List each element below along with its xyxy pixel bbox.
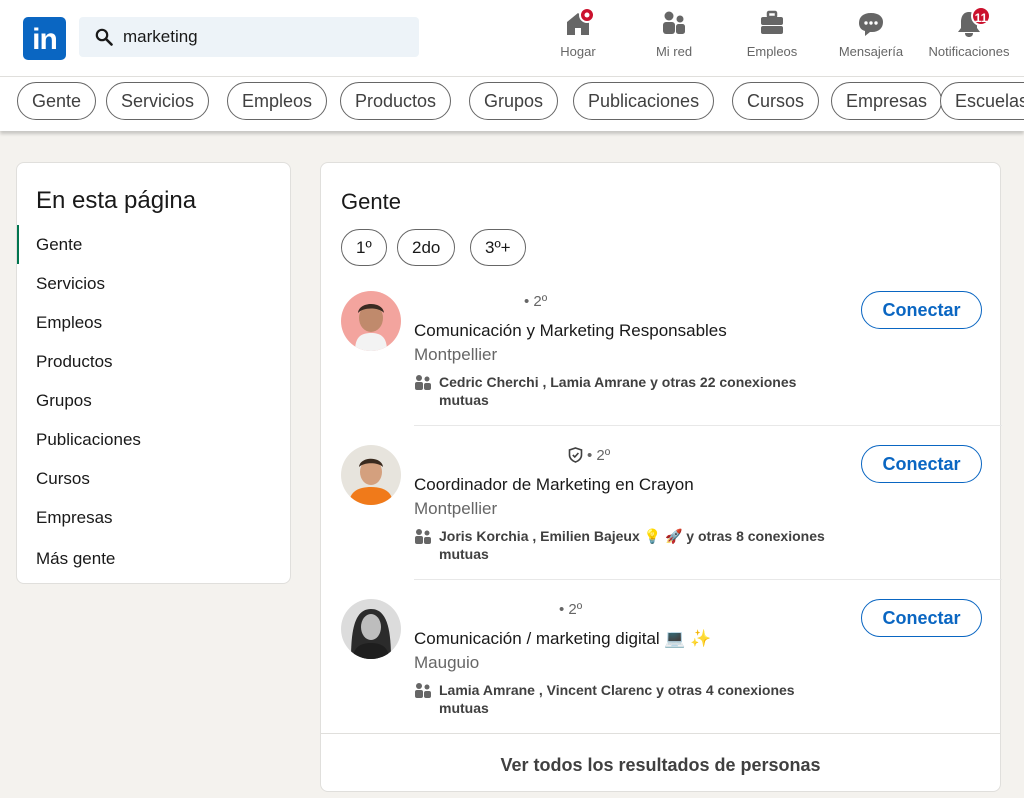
mutual-connections-text: Lamia Amrane , Vincent Clarenc y otras 4… xyxy=(439,682,795,698)
filter-chip-empresas[interactable]: Empresas xyxy=(831,82,943,120)
avatar[interactable] xyxy=(341,445,401,505)
sidebar-item-publicaciones[interactable]: Publicaciones xyxy=(17,420,292,459)
connect-button[interactable]: Conectar xyxy=(861,445,982,483)
nav-home-label: Hogar xyxy=(560,44,596,59)
nav-messaging-label: Mensajería xyxy=(838,44,904,59)
filter-chip-servicios[interactable]: Servicios xyxy=(106,82,210,120)
mutual-connections-icon xyxy=(415,529,431,544)
notifications-badge: 11 xyxy=(971,6,991,26)
home-icon xyxy=(567,8,593,35)
sidebar-item-empresas[interactable]: Empresas xyxy=(17,498,292,537)
connection-degree: • 2º xyxy=(587,447,611,464)
person-location: Montpellier xyxy=(414,345,498,364)
filter-chip-publicaciones[interactable]: Publicaciones xyxy=(573,82,715,120)
linkedin-logo[interactable]: in xyxy=(23,17,66,60)
nav-jobs-label: Empleos xyxy=(746,44,798,59)
person-headline: Coordinador de Marketing en Crayon xyxy=(414,475,694,494)
nav-network-label: Mi red xyxy=(655,44,693,59)
person-result: • 2º Comunicación y Marketing Responsabl… xyxy=(321,291,1002,445)
filter-chip-empleos[interactable]: Empleos xyxy=(227,82,328,120)
search-bar[interactable] xyxy=(79,17,419,57)
nav-messaging[interactable]: Mensajería xyxy=(832,8,910,68)
nav-jobs[interactable]: Empleos xyxy=(741,8,803,68)
sidebar-item-productos[interactable]: Productos xyxy=(17,342,292,381)
nav-notifications-label: Notificaciones xyxy=(928,44,1010,59)
mutual-connections-icon xyxy=(415,683,431,698)
nav-home[interactable]: Hogar xyxy=(556,8,600,68)
mutual-connections-icon xyxy=(415,375,431,390)
connection-degree: • 2º xyxy=(559,601,583,618)
degree-filter-1st[interactable]: 1º xyxy=(341,229,387,266)
result-divider xyxy=(414,425,1002,426)
briefcase-icon xyxy=(761,10,783,34)
connect-button[interactable]: Conectar xyxy=(861,291,982,329)
search-filter-bar: Gente Servicios Empleos Productos Grupos… xyxy=(0,76,1024,131)
degree-filter-2nd[interactable]: 2do xyxy=(397,229,456,266)
mutual-connections-suffix: mutuas xyxy=(439,546,489,562)
person-headline: Comunicación y Marketing Responsables xyxy=(414,321,727,340)
network-icon xyxy=(663,11,685,34)
result-divider xyxy=(414,579,1002,580)
sidebar-item-mas-gente[interactable]: Más gente xyxy=(17,539,292,578)
person-location: Mauguio xyxy=(414,653,480,672)
search-icon xyxy=(95,28,113,46)
mutual-connections-text: Joris Korchia , Emilien Bajeux 💡 🚀 y otr… xyxy=(439,528,825,544)
sidebar-item-cursos[interactable]: Cursos xyxy=(17,459,292,498)
sidebar-item-empleos[interactable]: Empleos xyxy=(17,303,292,342)
degree-filter-3rd[interactable]: 3º+ xyxy=(470,229,526,266)
person-headline: Comunicación / marketing digital 💻 ✨ xyxy=(414,629,712,648)
top-nav: in Hogar Mi red Empleos xyxy=(0,0,1024,76)
mutual-connections-suffix: mutuas xyxy=(439,700,489,716)
mutual-connections-suffix: mutuas xyxy=(439,392,489,408)
filter-chip-gente[interactable]: Gente xyxy=(17,82,97,120)
search-input[interactable] xyxy=(123,17,403,57)
people-results-card: Gente 1º 2do 3º+ • 2º Comunicación y Mar… xyxy=(320,162,1002,792)
messaging-icon xyxy=(859,13,883,36)
on-this-page-title: En esta página xyxy=(36,187,197,214)
connection-degree: • 2º xyxy=(524,293,548,310)
nav-notifications[interactable]: 11 Notificaciones xyxy=(921,6,1017,68)
filter-chip-escuelas[interactable]: Escuelas xyxy=(940,82,1024,120)
sidebar-item-gente[interactable]: Gente xyxy=(17,225,292,264)
on-this-page-card: En esta página Gente Servicios Empleos P… xyxy=(16,162,291,584)
filter-chip-grupos[interactable]: Grupos xyxy=(469,82,559,120)
avatar[interactable] xyxy=(341,599,401,659)
mutual-connections-text: Cedric Cherchi , Lamia Amrane y otras 22… xyxy=(439,374,797,390)
verified-shield-icon xyxy=(568,447,583,463)
filter-chip-productos[interactable]: Productos xyxy=(340,82,452,120)
sidebar-item-servicios[interactable]: Servicios xyxy=(17,264,292,303)
see-all-people-button[interactable]: Ver todos los resultados de personas xyxy=(321,733,1000,791)
nav-network[interactable]: Mi red xyxy=(648,8,700,68)
person-result: • 2º Coordinador de Marketing en Crayon … xyxy=(321,445,1002,599)
connect-button[interactable]: Conectar xyxy=(861,599,982,637)
people-section-title: Gente xyxy=(341,189,401,214)
avatar[interactable] xyxy=(341,291,401,351)
filter-chip-cursos[interactable]: Cursos xyxy=(732,82,820,120)
sidebar-item-grupos[interactable]: Grupos xyxy=(17,381,292,420)
person-location: Montpellier xyxy=(414,499,498,518)
person-result: • 2º Comunicación / marketing digital 💻 … xyxy=(321,599,1002,753)
